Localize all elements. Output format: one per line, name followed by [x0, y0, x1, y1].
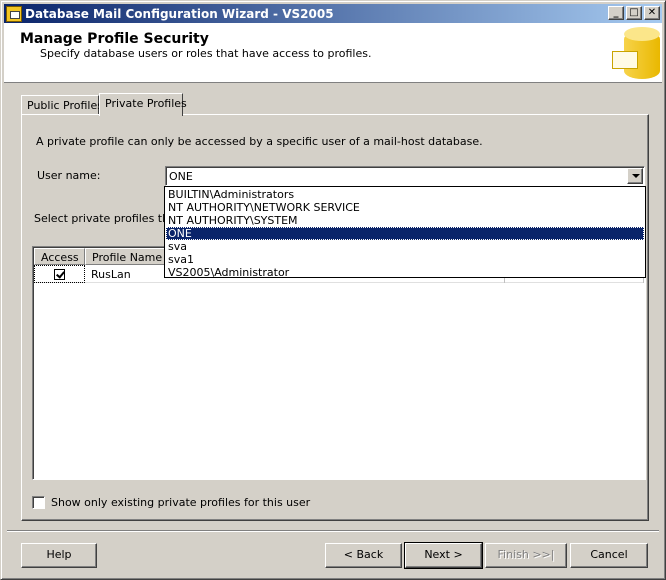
database-mail-icon: [6, 5, 22, 22]
maximize-button[interactable]: □: [626, 6, 642, 20]
chevron-down-icon[interactable]: [627, 168, 643, 184]
dropdown-item[interactable]: sva1: [166, 253, 644, 266]
cancel-button[interactable]: Cancel: [570, 543, 648, 568]
button-separator-highlight: [7, 531, 659, 532]
minimize-button[interactable]: _: [608, 6, 624, 20]
dropdown-item-selected[interactable]: ONE: [166, 227, 644, 240]
dropdown-item[interactable]: NT AUTHORITY\NETWORK SERVICE: [166, 201, 644, 214]
close-button[interactable]: ✕: [644, 6, 660, 20]
wizard-header: Manage Profile Security Specify database…: [4, 23, 662, 83]
private-profiles-panel: A private profile can only be accessed b…: [21, 114, 649, 521]
dropdown-item[interactable]: BUILTIN\Administrators: [166, 188, 644, 201]
tab-public-profiles[interactable]: Public Profiles: [21, 95, 103, 115]
user-name-label: User name:: [37, 169, 101, 182]
title-bar[interactable]: Database Mail Configuration Wizard - VS2…: [4, 4, 662, 23]
help-button[interactable]: Help: [21, 543, 97, 568]
page-title: Manage Profile Security: [20, 31, 209, 47]
dropdown-item[interactable]: NT AUTHORITY\SYSTEM: [166, 214, 644, 227]
window-controls: _ □ ✕: [606, 6, 660, 20]
access-cell[interactable]: [34, 265, 85, 283]
window-title: Database Mail Configuration Wizard - VS2…: [25, 6, 334, 21]
user-name-combobox[interactable]: ONE: [165, 166, 645, 186]
dropdown-item[interactable]: VS2005\Administrator: [166, 266, 644, 279]
wizard-window: Database Mail Configuration Wizard - VS2…: [0, 0, 666, 580]
show-only-existing-option[interactable]: Show only existing private profiles for …: [32, 496, 310, 509]
show-only-existing-checkbox[interactable]: [32, 496, 45, 509]
user-name-value: ONE: [169, 170, 193, 183]
user-name-dropdown-list[interactable]: BUILTIN\Administrators NT AUTHORITY\NETW…: [164, 186, 646, 279]
database-mail-banner-icon: [602, 23, 662, 83]
access-checkbox[interactable]: [54, 269, 65, 280]
finish-button[interactable]: Finish >>|: [485, 543, 567, 568]
column-header-access[interactable]: Access: [34, 248, 85, 265]
back-button[interactable]: < Back: [325, 543, 402, 568]
tab-private-profiles[interactable]: Private Profiles: [99, 93, 187, 116]
private-profile-description: A private profile can only be accessed b…: [36, 135, 483, 148]
page-subtitle: Specify database users or roles that hav…: [40, 47, 372, 60]
profiles-grid[interactable]: Access Profile Name RusLan: [32, 246, 646, 480]
dropdown-item[interactable]: sva: [166, 240, 644, 253]
next-button[interactable]: Next >: [404, 542, 483, 569]
show-only-existing-label[interactable]: Show only existing private profiles for …: [51, 496, 310, 509]
